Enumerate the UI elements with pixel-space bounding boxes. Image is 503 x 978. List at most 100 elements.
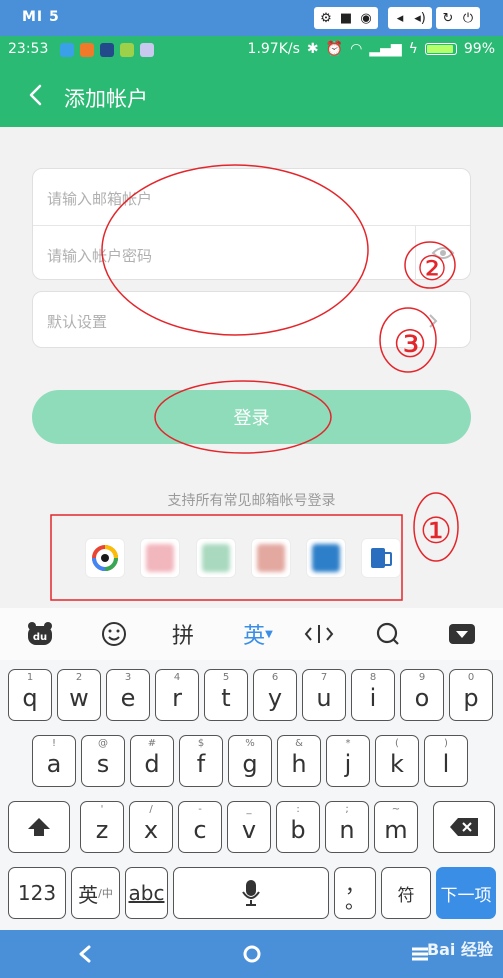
status-bar: 23:53 1.97K/s ✱ ⏰ ◠ ▂▄▆ ϟ 99% [0, 36, 503, 64]
key-q[interactable]: 1q [8, 669, 52, 721]
key-t[interactable]: 5t [204, 669, 248, 721]
power-icon[interactable]: ⏻ [459, 9, 477, 27]
hide-keyboard-icon[interactable] [442, 616, 482, 652]
pinyin-mode[interactable]: 拼 [163, 616, 203, 652]
provider-icon[interactable] [140, 538, 180, 578]
annotation-number-1: ① [420, 511, 452, 552]
key-n[interactable]: ; n [325, 801, 369, 853]
symbol-key[interactable]: 符 [381, 867, 431, 919]
search-icon[interactable] [368, 616, 408, 652]
key-u[interactable]: 7u [302, 669, 346, 721]
password-field[interactable]: 请输入帐户密码 [47, 245, 152, 266]
back-arrow-icon[interactable] [22, 80, 50, 110]
key-z[interactable]: ' z [80, 801, 124, 853]
key-i[interactable]: 8i [351, 669, 395, 721]
settings-label: 默认设置 [47, 313, 108, 331]
key-secondary-label: - [198, 804, 202, 815]
camera-icon[interactable]: ◉ [357, 9, 375, 27]
provider-icon[interactable] [196, 538, 236, 578]
login-button[interactable]: 登录 [32, 390, 471, 444]
divider [33, 225, 470, 226]
provider-icon[interactable] [361, 538, 401, 578]
nav-back-icon[interactable] [74, 942, 96, 966]
key-b[interactable]: :b [276, 801, 320, 853]
credentials-card: 请输入邮箱帐户 请输入帐户密码 [32, 168, 471, 281]
abc-key[interactable]: abc [125, 867, 168, 919]
key-label: f [196, 750, 206, 778]
language-key-label: 英 [78, 882, 99, 907]
english-mode[interactable]: 英 ▼ [236, 616, 280, 652]
shift-key[interactable] [8, 801, 70, 853]
volume-down-icon[interactable]: ◂ [391, 9, 409, 27]
key-e[interactable]: 3e [106, 669, 150, 721]
emoji-icon[interactable] [94, 616, 134, 652]
key-d[interactable]: # d [130, 735, 174, 787]
key-s[interactable]: @ s [81, 735, 125, 787]
key-y[interactable]: 6y [253, 669, 297, 721]
key-p[interactable]: 0p [449, 669, 493, 721]
status-time: 23:53 [8, 41, 49, 57]
rotate-icon[interactable]: ↻ [439, 9, 457, 27]
key-label: a [46, 750, 62, 778]
key-label: s [96, 750, 110, 778]
provider-icon[interactable] [85, 538, 125, 578]
numeric-key[interactable]: 123 [8, 867, 66, 919]
emulator-controls-1: ⚙ ■ ◉ [314, 7, 378, 29]
key-a[interactable]: ! a [32, 735, 76, 787]
key-label: w [69, 684, 89, 712]
key-m[interactable]: ~ m [374, 801, 418, 853]
nav-home-icon[interactable] [240, 942, 264, 966]
provider-logo-icon [312, 544, 340, 572]
baidu-logo-icon[interactable]: du [20, 616, 60, 652]
key-secondary-label: 3 [124, 672, 132, 683]
video-icon[interactable]: ■ [337, 9, 355, 27]
app-notification-icon [80, 43, 94, 57]
signal-icon: ▂▄▆ [369, 41, 402, 57]
cursor-icon[interactable] [299, 616, 339, 652]
key-label: h [291, 750, 307, 778]
key-secondary-label: 8 [369, 672, 377, 683]
key-label: z [95, 816, 109, 844]
key-j[interactable]: * j [326, 735, 370, 787]
key-label: t [221, 684, 231, 712]
key-f[interactable]: $ f [179, 735, 223, 787]
english-mode-label: 英 [243, 624, 266, 649]
key-x[interactable]: / x [129, 801, 173, 853]
key-o[interactable]: 9o [400, 669, 444, 721]
key-label: b [290, 816, 306, 844]
key-k[interactable]: (k [375, 735, 419, 787]
provider-logo-icon [146, 544, 174, 572]
key-secondary-label: ' [100, 804, 104, 815]
emulator-controls-3: ↻ ⏻ [436, 7, 480, 29]
provider-icon[interactable] [306, 538, 346, 578]
punctuation-key[interactable]: ， 。 [334, 867, 376, 919]
settings-icon[interactable]: ⚙ [317, 9, 335, 27]
key-label: e [120, 684, 136, 712]
key-secondary-label: : [296, 804, 300, 815]
key-w[interactable]: 2w [57, 669, 101, 721]
next-key[interactable]: 下一项 [436, 867, 496, 919]
key-label: p [463, 684, 479, 712]
volume-up-icon[interactable]: ◂) [411, 9, 429, 27]
key-r[interactable]: 4r [155, 669, 199, 721]
key-h[interactable]: & h [277, 735, 321, 787]
key-label: u [316, 684, 332, 712]
key-v[interactable]: _ v [227, 801, 271, 853]
settings-card[interactable]: 默认设置 [32, 291, 471, 348]
space-key[interactable] [173, 867, 329, 919]
key-secondary-label: / [149, 804, 153, 815]
key-c[interactable]: -c [178, 801, 222, 853]
key-g[interactable]: % g [228, 735, 272, 787]
provider-icon[interactable] [251, 538, 291, 578]
email-field[interactable]: 请输入邮箱帐户 [47, 188, 152, 209]
notification-icons [60, 43, 154, 57]
battery-icon [424, 43, 457, 55]
key-label: v [241, 816, 257, 844]
backspace-key[interactable] [433, 801, 495, 853]
language-switch-key[interactable]: 英/中 [71, 867, 120, 919]
eye-icon[interactable] [431, 243, 455, 263]
key-label: i [369, 684, 377, 712]
key-secondary-label: 6 [271, 672, 279, 683]
key-label: q [22, 684, 38, 712]
key-l[interactable]: ) l [424, 735, 468, 787]
